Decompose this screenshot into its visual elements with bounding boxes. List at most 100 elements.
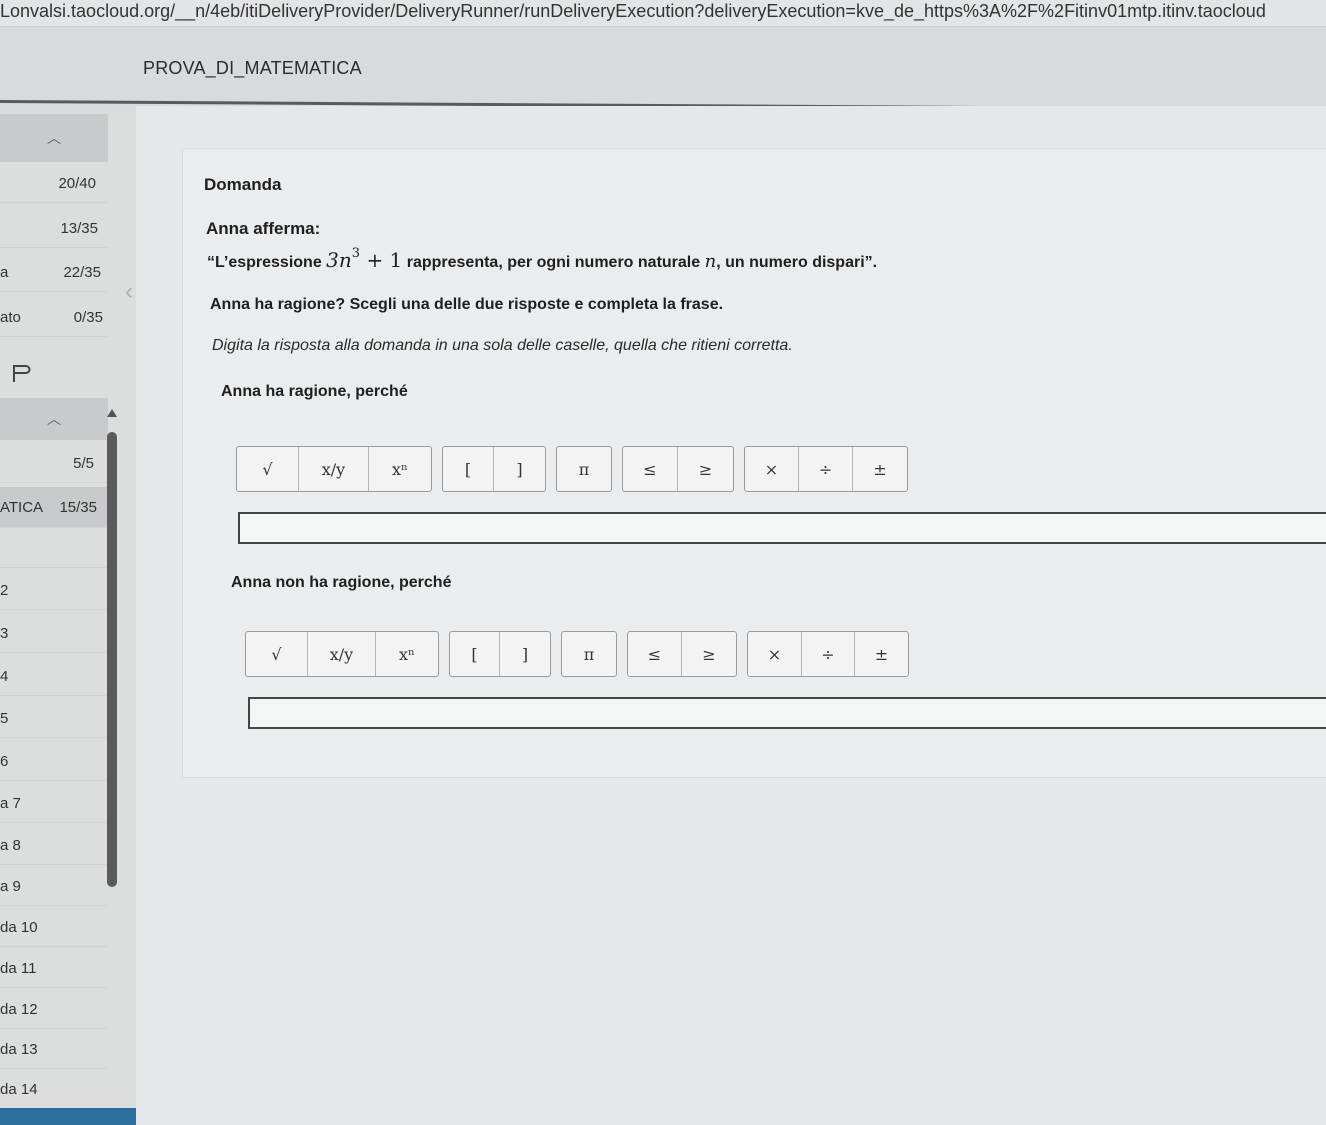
expr-variable: n (338, 248, 352, 272)
test-count: 15/35 (59, 498, 97, 516)
question-item-7[interactable]: a 7 (0, 784, 108, 823)
math-variable: n (704, 251, 717, 272)
address-bar[interactable]: Lonvalsi.taocloud.org/__n/4eb/itiDeliver… (0, 0, 1326, 27)
section-count: 5/5 (73, 454, 94, 472)
chevron-up-icon: ︿ (47, 411, 61, 427)
section-item-4[interactable]: ato 0/35 (0, 298, 108, 337)
plusminus-button[interactable]: ± (855, 632, 908, 676)
question-item-6[interactable]: 6 (0, 742, 108, 781)
math-expression: 3n3 + 1 (326, 246, 403, 272)
toolbar-group-structure: √ x/y xⁿ (245, 631, 439, 677)
question-label: 2 (0, 581, 9, 599)
question-item-5[interactable]: 5 (0, 699, 108, 738)
toolbar-group-brackets: [ ] (442, 446, 546, 492)
expr-rest: + 1 (366, 248, 403, 272)
test-title: PROVA_DI_MATEMATICA (143, 58, 362, 78)
answer-input-2[interactable] (248, 697, 1326, 729)
question-item-9[interactable]: a 9 (0, 867, 108, 906)
geq-button[interactable]: ≥ (678, 447, 733, 491)
answer-input-1[interactable] (238, 512, 1326, 544)
sqrt-button[interactable]: √ (237, 447, 299, 491)
bracket-close-button[interactable]: ] (500, 632, 550, 676)
question-intro: Anna afferma: (206, 219, 321, 238)
question-prompt: Anna ha ragione? Scegli una delle due ri… (210, 296, 724, 313)
question-item-14[interactable]: da 14 (0, 1070, 108, 1109)
question-item-12[interactable]: da 12 (0, 990, 108, 1029)
question-item-13[interactable]: da 13 (0, 1030, 108, 1069)
url-text: Lonvalsi.taocloud.org/__n/4eb/itiDeliver… (0, 1, 1266, 21)
divide-button[interactable]: ÷ (802, 632, 855, 676)
divide-button[interactable]: ÷ (799, 447, 853, 491)
bracket-open-button[interactable]: [ (443, 447, 494, 491)
section-count: 13/35 (60, 219, 98, 237)
leq-button[interactable]: ≤ (623, 447, 678, 491)
section-count: 0/35 (73, 308, 103, 326)
question-item-8[interactable]: a 8 (0, 826, 108, 865)
plusminus-button[interactable]: ± (853, 447, 907, 491)
geq-button[interactable]: ≥ (682, 632, 736, 676)
question-label: a 9 (0, 877, 21, 895)
toolbar-group-comparison: ≤ ≥ (627, 631, 737, 677)
statement-text: “L’espressione (207, 254, 322, 271)
question-item-11[interactable]: da 11 (0, 949, 108, 988)
test-name: ATICA (0, 498, 44, 516)
section-item-2[interactable]: 13/35 (0, 209, 108, 248)
statement-text: , un numero dispari”. (716, 254, 878, 271)
question-label: a 7 (0, 794, 21, 812)
toolbar-group-comparison: ≤ ≥ (622, 446, 734, 492)
toolbar-group-constants: π (561, 631, 617, 677)
pi-button[interactable]: π (562, 632, 616, 676)
fraction-button[interactable]: x/y (299, 447, 369, 491)
question-statement: “L’espressione 3n3 + 1 rappresenta, per … (207, 246, 877, 272)
section-item-3[interactable]: a 22/35 (0, 253, 108, 292)
question-item-1[interactable] (0, 529, 108, 568)
scroll-up-arrow-icon[interactable] (107, 409, 117, 417)
power-button[interactable]: xⁿ (376, 632, 438, 676)
fraction-button[interactable]: x/y (308, 632, 376, 676)
toolbar-group-brackets: [ ] (449, 631, 551, 677)
question-item-3[interactable]: 3 (0, 614, 108, 653)
question-label: 4 (0, 667, 9, 685)
sqrt-button[interactable]: √ (246, 632, 308, 676)
section-count: 22/35 (63, 263, 101, 281)
expr-exponent: 3 (351, 246, 361, 261)
math-toolbar-2: √ x/y xⁿ [ ] π ≤ ≥ × ÷ ± (245, 631, 909, 677)
question-label: 5 (0, 709, 9, 727)
sidebar-footer-bar (0, 1108, 141, 1125)
question-heading: Domanda (204, 175, 282, 194)
section-item-1[interactable]: 20/40 (0, 164, 108, 203)
chevron-left-icon[interactable]: ‹ (125, 278, 133, 306)
question-label: 6 (0, 752, 9, 770)
expr-coefficient: 3 (326, 248, 339, 272)
question-item-2[interactable]: 2 (0, 571, 108, 610)
flag-icon[interactable] (10, 362, 32, 384)
toolbar-group-structure: √ x/y xⁿ (236, 446, 432, 492)
toolbar-group-operators: × ÷ ± (744, 446, 908, 492)
collapse-items-button[interactable]: ︿ (0, 398, 108, 440)
question-item-4[interactable]: 4 (0, 657, 108, 696)
times-button[interactable]: × (748, 632, 802, 676)
current-section-item[interactable]: 5/5 (0, 444, 108, 483)
bracket-open-button[interactable]: [ (450, 632, 500, 676)
bracket-close-button[interactable]: ] (494, 447, 545, 491)
current-test-item[interactable]: ATICA 15/35 (0, 487, 108, 528)
section-name: ato (0, 308, 21, 326)
math-toolbar-1: √ x/y xⁿ [ ] π ≤ ≥ × ÷ ± (236, 446, 908, 492)
pi-button[interactable]: π (557, 447, 611, 491)
leq-button[interactable]: ≤ (628, 632, 682, 676)
toolbar-group-constants: π (556, 446, 612, 492)
question-instructions: Digita la risposta alla domanda in una s… (212, 337, 793, 354)
section-name: a (0, 263, 9, 281)
collapse-sections-button[interactable]: ︿ (0, 114, 108, 162)
question-label: da 11 (0, 959, 37, 977)
question-label: da 12 (0, 1000, 38, 1018)
times-button[interactable]: × (745, 447, 799, 491)
question-label: da 14 (0, 1080, 38, 1098)
question-label: a 8 (0, 836, 21, 854)
question-label: 3 (0, 624, 9, 642)
question-item-10[interactable]: da 10 (0, 908, 108, 947)
sidebar-scrollbar[interactable] (107, 432, 117, 887)
chevron-up-icon: ︿ (47, 130, 61, 146)
toolbar-group-operators: × ÷ ± (747, 631, 909, 677)
power-button[interactable]: xⁿ (369, 447, 431, 491)
